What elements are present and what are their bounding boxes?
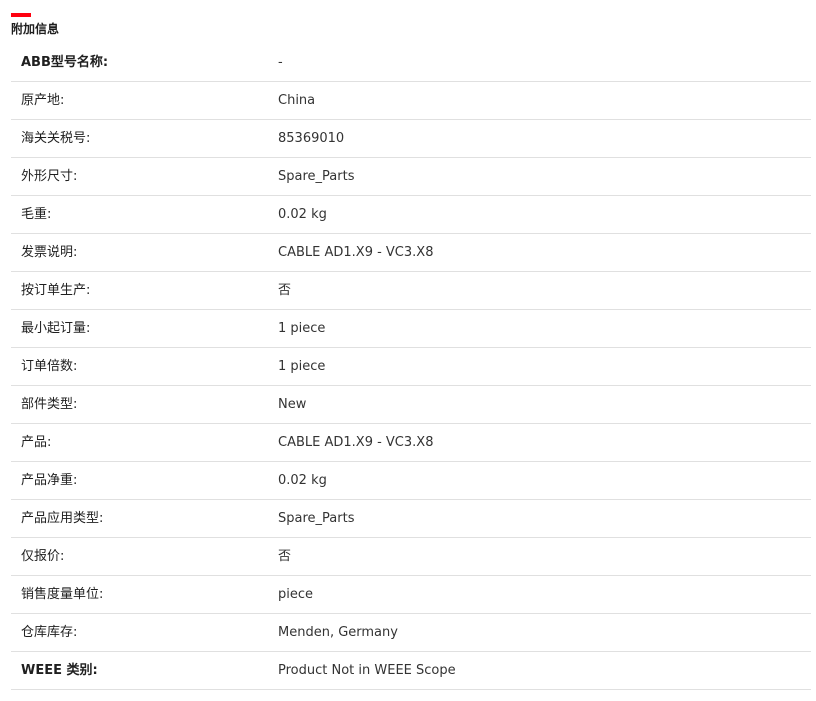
row-label: 销售度量单位: <box>21 587 104 602</box>
row-label: 外形尺寸: <box>21 169 78 184</box>
table-row: 外形尺寸: Spare_Parts <box>11 158 811 196</box>
row-value: CABLE AD1.X9 - VC3.X8 <box>278 435 434 450</box>
row-label: 发票说明: <box>21 245 78 260</box>
table-row: 订单倍数: 1 piece <box>11 348 811 386</box>
table-row: 海关关税号: 85369010 <box>11 120 811 158</box>
row-value: 0.02 kg <box>278 473 327 488</box>
table-row: 发票说明: CABLE AD1.X9 - VC3.X8 <box>11 234 811 272</box>
row-label: 产品: <box>21 435 52 450</box>
table-row: 销售度量单位: piece <box>11 576 811 614</box>
row-label: 最小起订量: <box>21 321 91 336</box>
row-value: Menden, Germany <box>278 625 398 640</box>
row-value: 1 piece <box>278 359 326 374</box>
row-value: 否 <box>278 549 292 564</box>
row-value: 0.02 kg <box>278 207 327 222</box>
row-label: 仓库库存: <box>21 625 78 640</box>
row-value: piece <box>278 587 314 602</box>
row-value: CABLE AD1.X9 - VC3.X8 <box>278 245 434 260</box>
table-row: 毛重: 0.02 kg <box>11 196 811 234</box>
row-label: 原产地: <box>21 93 65 108</box>
table-row: 最小起订量: 1 piece <box>11 310 811 348</box>
row-label: 订单倍数: <box>21 359 78 374</box>
table-row: 原产地: China <box>11 82 811 120</box>
row-label: 产品应用类型: <box>21 511 104 526</box>
table-row: 产品净重: 0.02 kg <box>11 462 811 500</box>
table-row: 部件类型: New <box>11 386 811 424</box>
section-title: 附加信息 <box>11 22 60 36</box>
spec-table: ABB型号名称: - 原产地: China 海关关税号: 85369010 外形尺寸: Spa… <box>11 44 811 690</box>
table-row: 仅报价: 否 <box>11 538 811 576</box>
table-row: 产品: CABLE AD1.X9 - VC3.X8 <box>11 424 811 462</box>
table-row: 按订单生产: 否 <box>11 272 811 310</box>
row-label: 海关关税号: <box>21 131 91 146</box>
row-label: 仅报价: <box>21 549 65 564</box>
row-label: ABB型号名称: <box>21 55 109 70</box>
table-row: WEEE 类别: Product Not in WEEE Scope <box>11 652 811 690</box>
row-value: China <box>278 93 316 108</box>
section-accent-bar <box>11 13 31 17</box>
table-row: 仓库库存: Menden, Germany <box>11 614 811 652</box>
row-value: New <box>278 397 307 412</box>
table-row: 产品应用类型: Spare_Parts <box>11 500 811 538</box>
row-label: WEEE 类别: <box>21 663 98 678</box>
row-value: - <box>278 55 283 70</box>
row-value: 85369010 <box>278 131 345 146</box>
row-value: Spare_Parts <box>278 511 355 526</box>
row-label: 按订单生产: <box>21 283 91 298</box>
row-label: 部件类型: <box>21 397 78 412</box>
row-value: 1 piece <box>278 321 326 336</box>
table-row: ABB型号名称: - <box>11 44 811 82</box>
row-value: Product Not in WEEE Scope <box>278 663 456 678</box>
row-label: 毛重: <box>21 207 52 222</box>
row-value: 否 <box>278 283 292 298</box>
row-value: Spare_Parts <box>278 169 355 184</box>
row-label: 产品净重: <box>21 473 78 488</box>
